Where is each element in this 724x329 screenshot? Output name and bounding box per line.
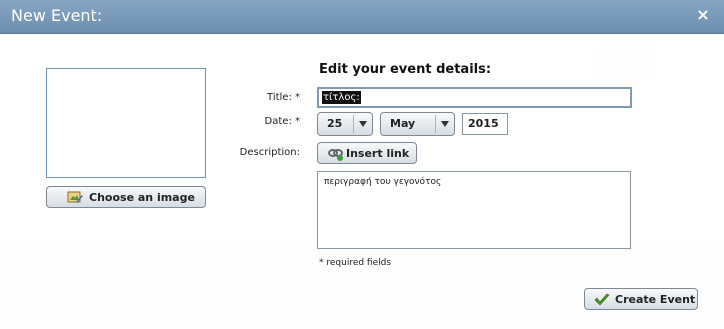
image-edit-icon bbox=[67, 190, 83, 204]
image-preview bbox=[46, 68, 206, 178]
day-value: 25 bbox=[327, 117, 343, 130]
month-value: May bbox=[390, 117, 416, 130]
create-event-label: Create Event bbox=[615, 292, 696, 306]
month-select[interactable]: May bbox=[380, 112, 455, 136]
title-label: Title: * bbox=[267, 92, 300, 103]
select-divider bbox=[353, 115, 354, 133]
choose-image-label: Choose an image bbox=[89, 190, 195, 204]
title-value: τίτλος: bbox=[322, 91, 361, 104]
dialog-title: New Event: bbox=[11, 6, 103, 25]
required-fields-note: * required fields bbox=[319, 258, 392, 268]
insert-link-label: Insert link bbox=[346, 146, 410, 160]
title-input[interactable]: τίτλος: bbox=[317, 87, 632, 108]
new-event-dialog: New Event: × Choose an image Edit your e… bbox=[0, 0, 724, 329]
close-icon[interactable]: × bbox=[696, 5, 710, 25]
year-input[interactable]: 2015 bbox=[462, 113, 508, 135]
date-label: Date: * bbox=[264, 116, 300, 127]
insert-link-button[interactable]: Insert link bbox=[317, 142, 417, 164]
dialog-body: Choose an image Edit your event details:… bbox=[0, 34, 724, 329]
form-heading: Edit your event details: bbox=[319, 62, 492, 77]
select-divider bbox=[435, 115, 436, 133]
description-textarea[interactable]: περιγραφή του γεγονότος bbox=[317, 171, 631, 249]
dialog-titlebar: New Event: × bbox=[0, 0, 724, 34]
link-icon bbox=[328, 147, 344, 161]
chevron-down-icon bbox=[441, 121, 449, 127]
checkmark-icon bbox=[594, 293, 610, 307]
chevron-down-icon bbox=[359, 121, 367, 127]
description-label: Description: bbox=[239, 147, 300, 158]
create-event-button[interactable]: Create Event bbox=[584, 288, 698, 310]
choose-image-button[interactable]: Choose an image bbox=[46, 186, 206, 208]
day-select[interactable]: 25 bbox=[317, 112, 373, 136]
